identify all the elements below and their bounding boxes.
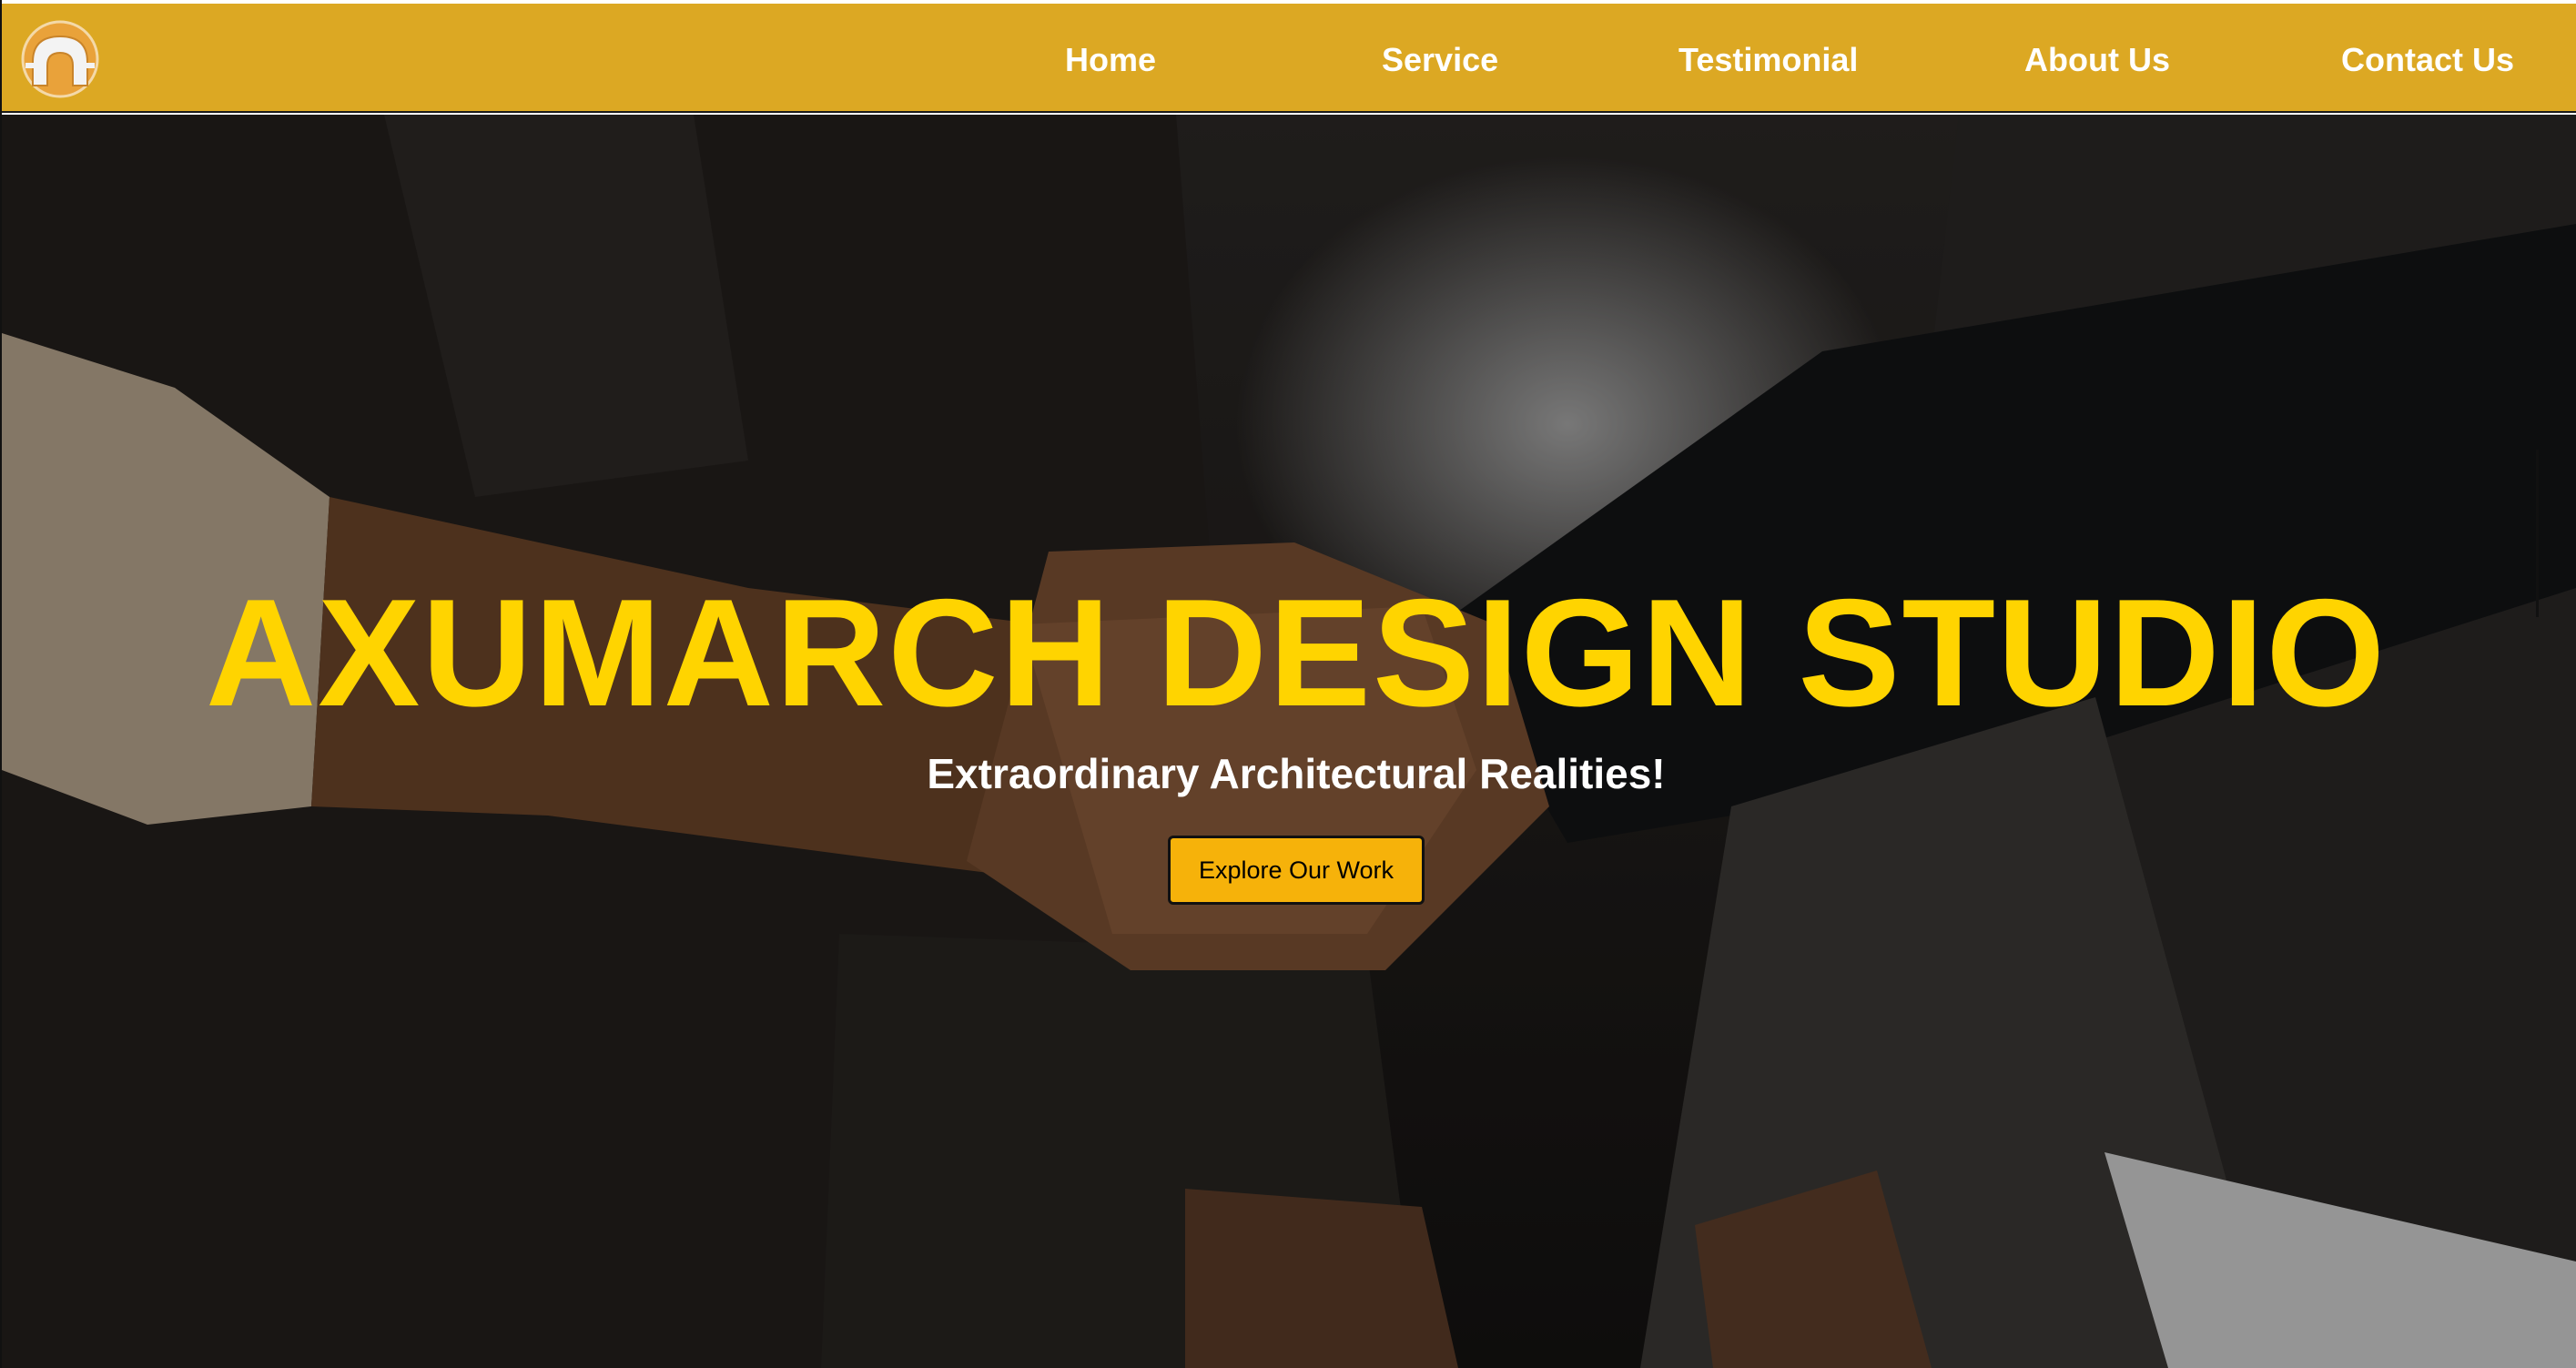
nav-testimonial-link[interactable]: Testimonial — [1678, 40, 1858, 80]
hero-title: AXUMARCH DESIGN STUDIO — [205, 566, 2388, 738]
page: Home Service Testimonial About Us Contac… — [0, 0, 2576, 1368]
hero-subtitle: Extraordinary Architectural Realities! — [927, 750, 1666, 797]
nav-service-link[interactable]: Service — [1382, 40, 1498, 80]
scroll-indicator — [2536, 450, 2539, 617]
arch-logo-icon[interactable] — [16, 20, 104, 98]
top-navbar: Home Service Testimonial About Us Contac… — [2, 4, 2576, 113]
nav-about-link[interactable]: About Us — [2024, 40, 2170, 80]
nav-contact-link[interactable]: Contact Us — [2341, 40, 2514, 80]
nav-home-link[interactable]: Home — [1065, 40, 1156, 80]
explore-work-button[interactable]: Explore Our Work — [1168, 836, 1425, 905]
